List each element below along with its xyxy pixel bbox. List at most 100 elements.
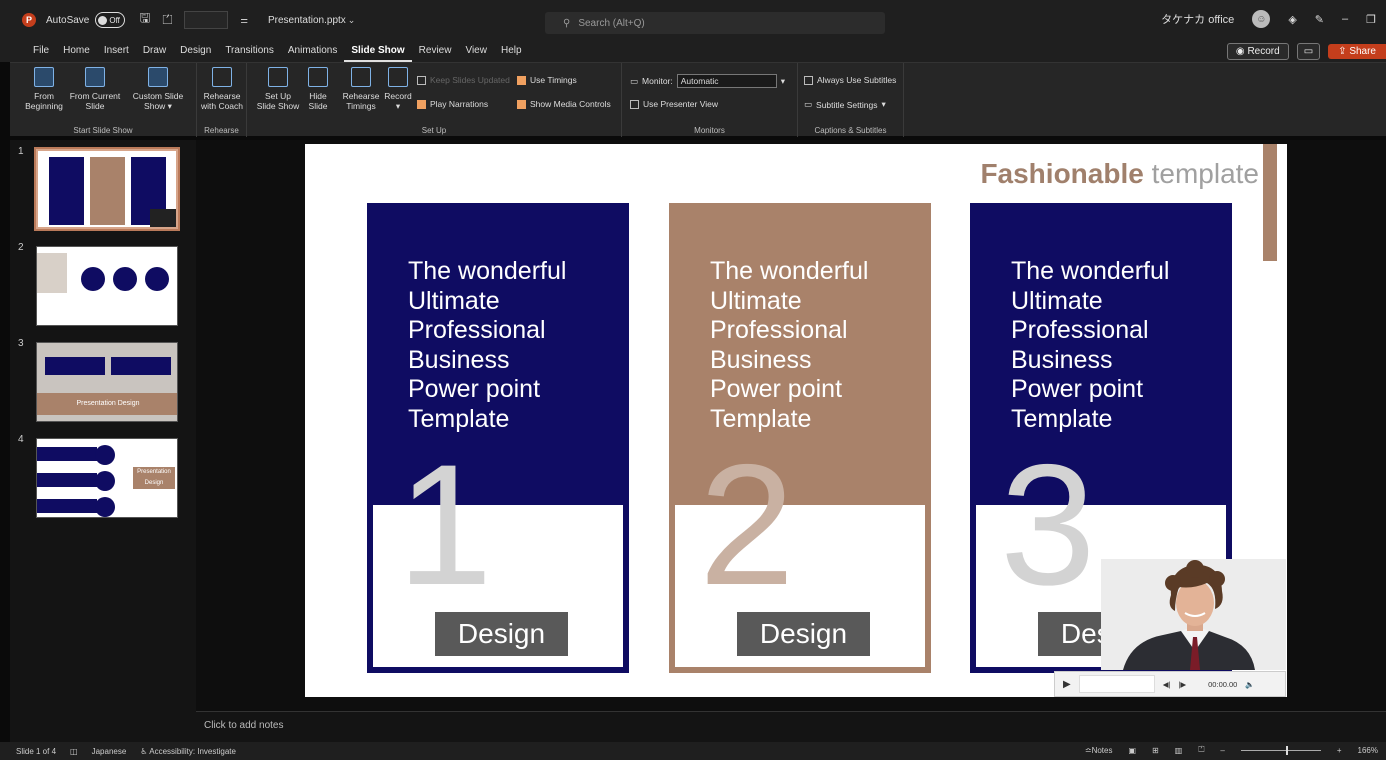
embedded-video[interactable] — [1101, 559, 1286, 670]
save-icon[interactable]: 🖫 — [139, 9, 150, 31]
reading-view-icon[interactable]: ▥ — [1175, 746, 1183, 755]
chevron-down-icon[interactable]: ▾ — [781, 76, 785, 87]
record-dropdown-button[interactable]: Record ▾ — [383, 67, 413, 111]
group-set-up: Set Up Slide Show Hide Slide Rehearse Ti… — [247, 63, 622, 137]
from-current-label: From Current Slide — [69, 91, 121, 111]
present-icon[interactable]: ⏍ — [162, 12, 172, 28]
restore-icon[interactable]: ❐ — [1366, 13, 1376, 26]
card-1[interactable]: The wonderful Ultimate Professional Busi… — [367, 203, 629, 673]
hide-slide-button[interactable]: Hide Slide — [305, 67, 331, 111]
volume-icon[interactable]: 🔈 — [1245, 680, 1254, 689]
hide-slide-label: Hide Slide — [308, 91, 328, 111]
language-indicator[interactable]: Japanese — [92, 747, 127, 756]
video-seek-bar[interactable] — [1078, 675, 1155, 693]
rewind-icon[interactable]: ◀| — [1163, 680, 1171, 689]
card-1-design-label: Design — [435, 612, 568, 656]
minimize-icon[interactable]: – — [1342, 13, 1348, 25]
rehearse-coach-button[interactable]: Rehearse with Coach — [199, 67, 245, 111]
card-3-line-3: Professional — [1011, 316, 1149, 344]
rehearse-timings-button[interactable]: Rehearse Timings — [341, 67, 381, 111]
always-subtitles-checkbox[interactable]: Always Use Subtitles — [804, 75, 896, 85]
group-rehearse: Rehearse with Coach Rehearse — [197, 63, 247, 137]
card-2-number: 2 — [699, 429, 795, 621]
thumbnail-slide-2[interactable] — [36, 246, 178, 326]
quick-access-box[interactable] — [184, 11, 229, 29]
show-media-checkbox[interactable]: Show Media Controls — [517, 99, 611, 109]
autosave-toggle[interactable]: Off — [95, 12, 126, 28]
from-beginning-button[interactable]: From Beginning — [22, 67, 66, 111]
zoom-slider[interactable] — [1240, 745, 1321, 755]
subtitle-settings-button[interactable]: ▭ Subtitle Settings ▾ — [804, 99, 886, 110]
card-2[interactable]: The wonderful Ultimate Professional Busi… — [669, 203, 931, 673]
tab-draw[interactable]: Draw — [136, 40, 173, 62]
card-3-line-2: Ultimate — [1011, 286, 1103, 315]
tab-slide-show[interactable]: Slide Show — [344, 40, 412, 62]
slide-sorter-icon[interactable]: ⊞ — [1152, 746, 1159, 755]
search-box[interactable]: ⚲ Search (Alt+Q) — [545, 12, 885, 34]
autosave-state: Off — [109, 15, 120, 25]
tab-animations[interactable]: Animations — [281, 40, 344, 62]
zoom-level[interactable]: 166% — [1358, 746, 1378, 755]
setup-show-button[interactable]: Set Up Slide Show — [255, 67, 301, 111]
accent-bar — [1263, 144, 1277, 261]
file-name[interactable]: Presentation.pptx — [268, 15, 346, 26]
tab-file[interactable]: File — [26, 40, 56, 62]
comments-button[interactable]: ▭ — [1296, 43, 1321, 60]
card-2-line-1: The wonderful — [710, 257, 869, 285]
zoom-out-icon[interactable]: – — [1220, 746, 1224, 755]
spelling-icon[interactable]: ◫ — [70, 747, 78, 756]
notes-toggle[interactable]: ≏Notes — [1085, 746, 1113, 755]
group-captions: Always Use Subtitles ▭ Subtitle Settings … — [798, 63, 904, 137]
tab-design[interactable]: Design — [173, 40, 218, 62]
share-button[interactable]: ⇪ Share — [1328, 44, 1386, 59]
pen-icon[interactable]: ✎ — [1315, 13, 1324, 26]
play-narrations-checkbox[interactable]: Play Narrations — [417, 99, 488, 109]
account-name[interactable]: タケナカ office — [1161, 11, 1234, 27]
use-timings-checkbox[interactable]: Use Timings — [517, 75, 577, 85]
always-subtitles-box — [804, 75, 813, 85]
notes-pane[interactable]: Click to add notes — [196, 711, 1386, 742]
powerpoint-logo-icon: P — [22, 13, 36, 27]
accessibility-status[interactable]: ♿ Accessibility: Investigate — [140, 747, 236, 756]
tab-help[interactable]: Help — [494, 40, 529, 62]
from-current-button[interactable]: From Current Slide — [68, 67, 122, 111]
customize-qat-icon[interactable]: = — [240, 13, 248, 28]
card-2-line-2: Ultimate — [710, 286, 802, 315]
record-button[interactable]: ◉ Record — [1226, 43, 1289, 60]
play-icon[interactable]: ▶ — [1063, 679, 1071, 690]
presenter-view-checkbox[interactable]: Use Presenter View — [630, 99, 718, 109]
screen-icon — [85, 67, 105, 87]
normal-view-icon[interactable]: ▣ — [1128, 746, 1136, 755]
card-2-line-3: Professional — [710, 316, 848, 344]
hide-slide-icon — [308, 67, 328, 87]
forward-icon[interactable]: |▶ — [1178, 680, 1186, 689]
status-bar: Slide 1 of 4 ◫ Japanese ♿ Accessibility:… — [0, 742, 1386, 760]
avatar[interactable]: ☺ — [1252, 10, 1271, 28]
accessibility-label: Accessibility: Investigate — [149, 746, 236, 756]
tab-review[interactable]: Review — [412, 40, 459, 62]
notes-placeholder: Click to add notes — [204, 720, 284, 731]
thumb3-caption: Presentation Design — [37, 393, 177, 415]
slide-title[interactable]: Fashionable template — [980, 158, 1259, 190]
thumbnail-slide-4[interactable]: Presentation Design — [36, 438, 178, 518]
use-timings-label: Use Timings — [530, 75, 577, 85]
card-1-line-4: Business — [408, 345, 510, 374]
chevron-down-icon[interactable]: ⌄ — [348, 15, 356, 26]
card-1-line-3: Professional — [408, 316, 546, 344]
tab-transitions[interactable]: Transitions — [218, 40, 281, 62]
zoom-in-icon[interactable]: + — [1337, 746, 1342, 755]
card-2-design-label: Design — [737, 612, 870, 656]
tab-view[interactable]: View — [458, 40, 494, 62]
diamond-icon[interactable]: ◈ — [1288, 13, 1296, 26]
slideshow-view-icon[interactable]: ⏍ — [1198, 745, 1204, 755]
tab-insert[interactable]: Insert — [97, 40, 136, 62]
tab-home[interactable]: Home — [56, 40, 97, 62]
thumbnail-slide-3[interactable]: Presentation Design — [36, 342, 178, 422]
thumbnail-slide-1[interactable] — [34, 147, 180, 231]
monitor-select[interactable]: Automatic — [676, 74, 777, 88]
card-1-line-1: The wonderful — [408, 257, 567, 285]
timer-icon — [351, 67, 371, 87]
record-dropdown-label: Record — [384, 91, 412, 101]
custom-show-button[interactable]: Custom Slide Show ▾ — [130, 67, 186, 111]
from-beginning-label: From Beginning — [25, 91, 63, 111]
